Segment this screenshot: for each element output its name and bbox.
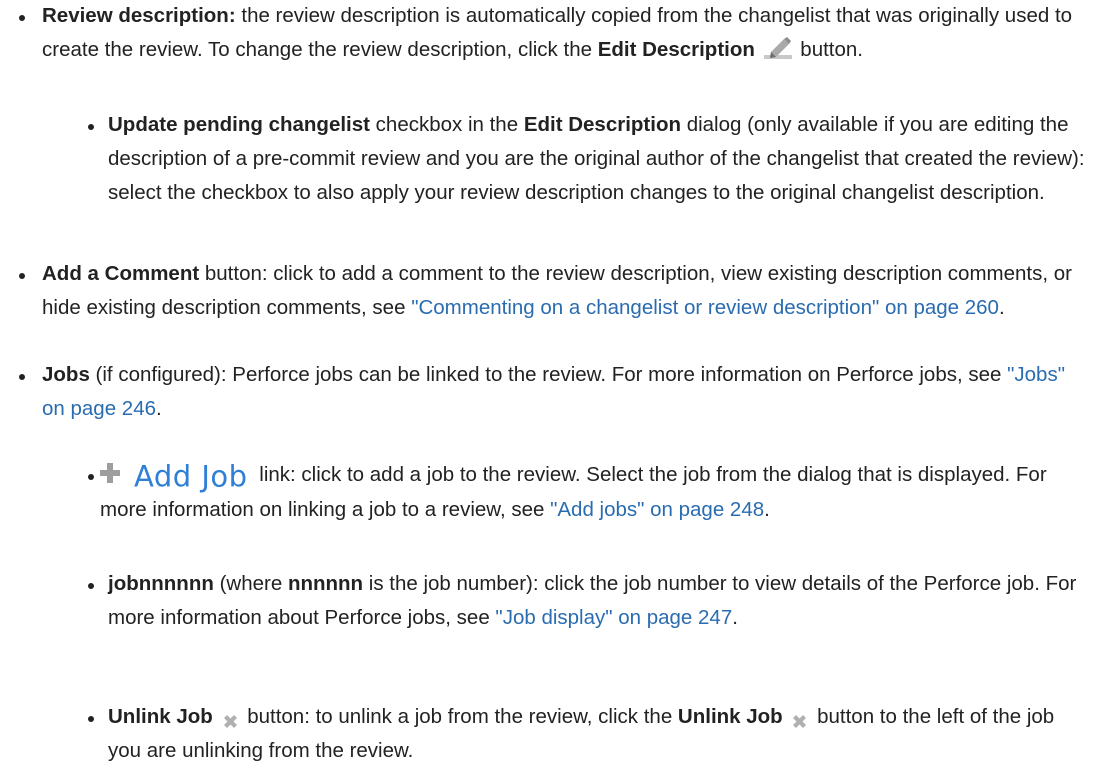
list-item-add-comment: Add a Comment button: click to add a com…: [42, 262, 1072, 319]
x-icon[interactable]: [791, 707, 808, 729]
update-pending-label: Update pending changelist: [108, 113, 370, 136]
bullet: [19, 15, 25, 21]
bullet: [88, 716, 94, 722]
pencil-icon[interactable]: [763, 36, 793, 59]
edit-description-dialog-label: Edit Description: [523, 113, 681, 136]
list-item-update-pending: Update pending changelist checkbox in th…: [108, 113, 1085, 204]
plus-icon: [100, 460, 120, 494]
bullet: [88, 124, 94, 130]
x-icon[interactable]: [222, 707, 239, 729]
job-number-label: jobnnnnnn: [108, 572, 214, 595]
add-comment-label: Add a Comment: [42, 262, 200, 285]
edit-description-label: Edit Description: [597, 38, 755, 61]
list-item-unlink-job: Unlink Job button: to unlink a job from …: [108, 705, 1055, 762]
list-item-review-description: Review description: the review descripti…: [42, 4, 1073, 61]
list-item-jobs: Jobs (if configured): Perforce jobs can …: [42, 363, 1065, 420]
bullet: [19, 273, 25, 279]
commenting-link[interactable]: "Commenting on a changelist or review de…: [411, 296, 999, 319]
add-job-link-text[interactable]: Add Job: [134, 460, 248, 494]
unlink-job-label-2: Unlink Job: [677, 705, 783, 728]
add-job-button[interactable]: Add Job: [100, 459, 248, 494]
list-item-job-number: jobnnnnnn (where nnnnnn is the job numbe…: [108, 572, 1077, 629]
nnnnnn-label: nnnnnn: [287, 572, 364, 595]
document-page: Review description: the review descripti…: [0, 0, 1105, 784]
add-jobs-link[interactable]: "Add jobs" on page 248: [550, 498, 764, 521]
job-display-link[interactable]: "Job display" on page 247: [495, 606, 732, 629]
review-description-label: Review description:: [42, 4, 236, 27]
bullet: [19, 374, 25, 380]
unlink-job-label: Unlink Job: [108, 705, 213, 728]
bullet: [88, 474, 94, 480]
jobs-label: Jobs: [42, 363, 90, 386]
bullet: [88, 583, 94, 589]
list-item-add-job: Add Job link: click to add a job to the …: [100, 459, 1047, 521]
